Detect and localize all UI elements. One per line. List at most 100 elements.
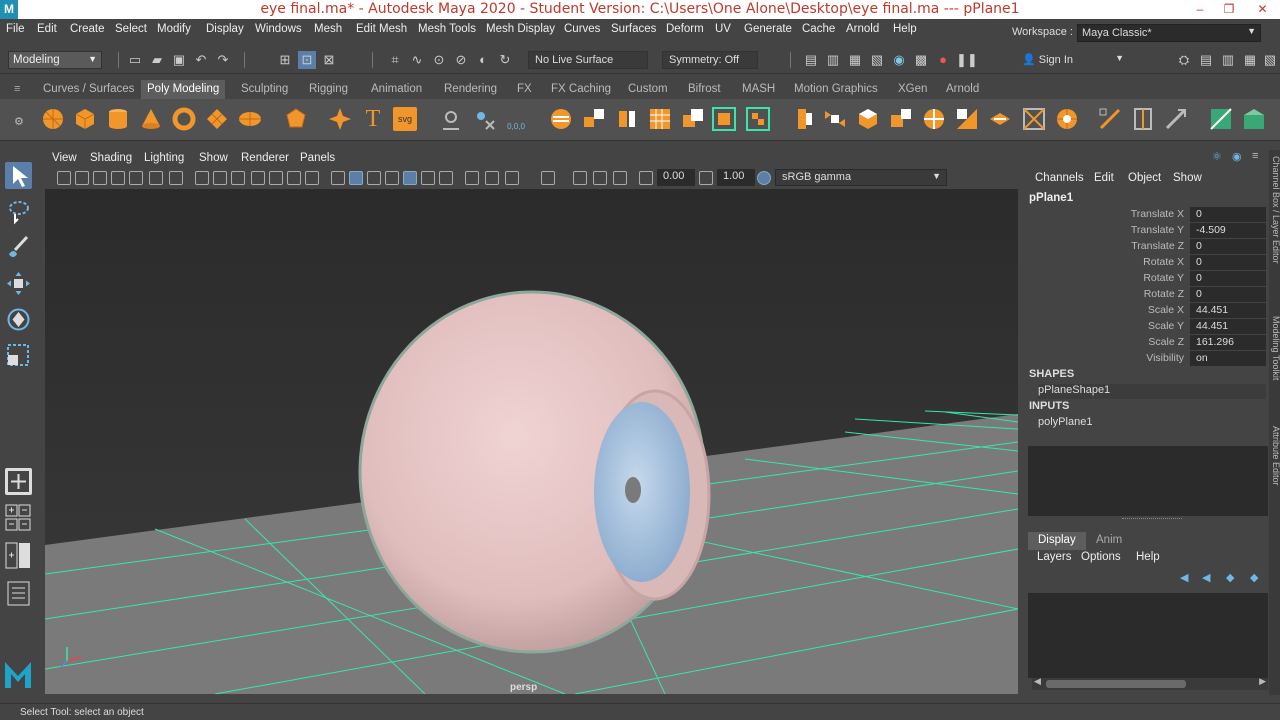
single-view-layout-button[interactable]: [5, 468, 32, 495]
select-object-icon[interactable]: ⊡: [298, 51, 316, 69]
attr-row-scale-z[interactable]: Scale Z 161.296: [1022, 334, 1266, 350]
shelf-tab-rigging[interactable]: Rigging: [303, 80, 354, 99]
arnold-render-icon[interactable]: ▩: [912, 51, 930, 69]
field-chart-icon[interactable]: [269, 171, 283, 185]
snap-rotate-icon[interactable]: ↻: [496, 51, 514, 69]
safe-action-icon[interactable]: [287, 171, 301, 185]
slide-edge-icon[interactable]: [1164, 107, 1188, 131]
layer-menu-options[interactable]: Options: [1081, 551, 1121, 563]
menu-display[interactable]: Display: [206, 23, 244, 35]
minimize-button[interactable]: –: [1185, 0, 1215, 19]
four-view-layout-button[interactable]: [5, 504, 32, 532]
xray-joints-icon[interactable]: [593, 171, 607, 185]
record-icon[interactable]: ●: [934, 51, 952, 69]
menu-help[interactable]: Help: [893, 23, 917, 35]
attr-row-scale-y[interactable]: Scale Y 44.451: [1022, 318, 1266, 334]
attr-value[interactable]: 0: [1190, 239, 1266, 254]
anti-aliasing-icon[interactable]: [505, 171, 519, 185]
type-text-icon[interactable]: T: [361, 107, 385, 131]
attribute-editor-icon[interactable]: ▤: [1197, 51, 1215, 69]
target-weld-icon[interactable]: [955, 107, 979, 131]
layer-menu-layers[interactable]: Layers: [1037, 551, 1072, 563]
quad-draw-icon[interactable]: [1098, 107, 1122, 131]
remesh-icon[interactable]: [746, 107, 770, 131]
modeling-toolkit-icon[interactable]: ⛭: [1175, 51, 1193, 69]
channel-menu-object[interactable]: Object: [1128, 172, 1161, 184]
grease-pencil-icon[interactable]: [169, 171, 183, 185]
new-layer-icon[interactable]: ◆: [1226, 571, 1234, 584]
menu-curves[interactable]: Curves: [564, 23, 600, 35]
shelf-tab-mash[interactable]: MASH: [736, 80, 781, 99]
two-view-layout-button[interactable]: [5, 542, 32, 569]
attr-value[interactable]: 0: [1190, 287, 1266, 302]
attr-row-rotate-y[interactable]: Rotate Y 0: [1022, 270, 1266, 286]
symmetry-select[interactable]: Symmetry: Off: [662, 51, 758, 69]
menu-create[interactable]: Create: [70, 23, 105, 35]
attr-value[interactable]: 44.451: [1190, 303, 1266, 318]
channel-box-icon[interactable]: ▦: [1241, 51, 1259, 69]
show-grid-icon[interactable]: [195, 171, 209, 185]
reduce-icon[interactable]: [712, 107, 736, 131]
shelf-tab-curves-surfaces[interactable]: Curves / Surfaces: [37, 80, 140, 99]
resolution-gate-icon[interactable]: [231, 171, 245, 185]
snowflake-icon[interactable]: 0,0,0: [504, 107, 528, 131]
menu-edit[interactable]: Edit: [37, 23, 57, 35]
grid-toggle-icon[interactable]: [129, 171, 143, 185]
scroll-right-icon[interactable]: ▶: [1259, 676, 1266, 687]
outliner-layout-button[interactable]: [5, 580, 32, 607]
menu-mesh-display[interactable]: Mesh Display: [486, 23, 555, 35]
shelf-tab-xgen[interactable]: XGen: [892, 80, 933, 99]
safe-title-icon[interactable]: [305, 171, 319, 185]
two-d-pan-icon[interactable]: [149, 171, 163, 185]
shelf-tab-arnold[interactable]: Arnold: [940, 80, 985, 99]
attr-value[interactable]: 161.296: [1190, 335, 1266, 350]
iris-mesh[interactable]: [594, 402, 690, 582]
channel-menu-edit[interactable]: Edit: [1094, 172, 1114, 184]
ambient-occlusion-icon[interactable]: [465, 171, 479, 185]
snap-surface-icon[interactable]: ◐: [474, 51, 492, 69]
side-tab-modeling-toolkit[interactable]: Modeling Toolkit: [1267, 316, 1280, 406]
menu-mesh[interactable]: Mesh: [314, 23, 342, 35]
shelf-tab-poly-modeling[interactable]: Poly Modeling: [141, 80, 226, 99]
shelf-tab-bifrost[interactable]: Bifrost: [682, 80, 727, 99]
attr-row-rotate-x[interactable]: Rotate X 0: [1022, 254, 1266, 270]
viewport-menu-lighting[interactable]: Lighting: [144, 152, 184, 164]
outliner-icon[interactable]: ▧: [1261, 51, 1279, 69]
image-plane-icon[interactable]: [111, 171, 125, 185]
perspective-viewport[interactable]: [45, 189, 1018, 694]
select-component-icon[interactable]: ⊠: [320, 51, 338, 69]
merge-icon[interactable]: [1055, 107, 1079, 131]
shelf-tab-fx[interactable]: FX: [511, 80, 538, 99]
menu-uv[interactable]: UV: [715, 23, 731, 35]
open-scene-icon[interactable]: ▰: [148, 51, 166, 69]
scroll-thumb[interactable]: [1046, 680, 1186, 688]
sign-in-button[interactable]: 👤 Sign In ▼: [1016, 51, 1130, 69]
redo-icon[interactable]: ↷: [214, 51, 232, 69]
move-layer-down-icon[interactable]: ◀: [1202, 571, 1210, 584]
undo-icon[interactable]: ↶: [192, 51, 210, 69]
shelf-tab-sculpting[interactable]: Sculpting: [235, 80, 294, 99]
menu-cache[interactable]: Cache: [802, 23, 835, 35]
booleans-icon[interactable]: [681, 107, 705, 131]
gamma-icon[interactable]: [699, 171, 713, 185]
menu-mesh-tools[interactable]: Mesh Tools: [418, 23, 476, 35]
platonic-solid-icon[interactable]: [284, 107, 308, 131]
shelf-tab-custom[interactable]: Custom: [622, 80, 674, 99]
side-tab-attribute-editor[interactable]: Attribute Editor: [1267, 426, 1280, 516]
attr-row-translate-x[interactable]: Translate X 0: [1022, 206, 1266, 222]
menu-set-select[interactable]: Modeling ▼: [8, 51, 102, 69]
close-button[interactable]: ✕: [1245, 0, 1280, 19]
gear-icon[interactable]: ⚙: [14, 115, 24, 128]
attr-row-visibility[interactable]: Visibility on: [1022, 350, 1266, 366]
select-camera-icon[interactable]: [57, 171, 71, 185]
menu-modify[interactable]: Modify: [157, 23, 191, 35]
viewport-menu-show[interactable]: Show: [199, 152, 228, 164]
uv-unfold-icon[interactable]: [1242, 107, 1266, 131]
color-management-icon[interactable]: [757, 171, 771, 185]
attr-row-rotate-z[interactable]: Rotate Z 0: [1022, 286, 1266, 302]
scale-tool-button[interactable]: [5, 342, 32, 369]
scroll-left-icon[interactable]: ◀: [1034, 676, 1041, 687]
attr-value[interactable]: 0: [1190, 271, 1266, 286]
menu-file[interactable]: File: [6, 23, 25, 35]
shelf-tab-rendering[interactable]: Rendering: [438, 80, 503, 99]
